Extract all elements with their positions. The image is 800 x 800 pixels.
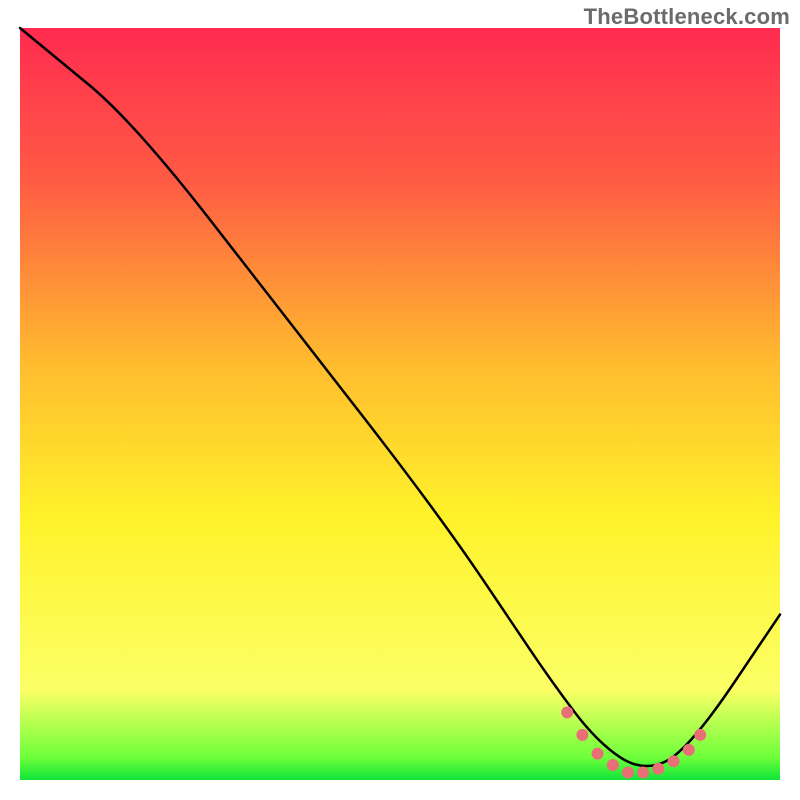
highlight-dot [637,766,649,778]
highlight-dot [576,729,588,741]
highlight-dot [668,755,680,767]
highlight-dot [607,759,619,771]
highlight-dot [694,729,706,741]
chart-canvas [0,0,800,800]
chart-root: TheBottleneck.com [0,0,800,800]
highlight-dot [622,766,634,778]
plot-background [20,28,780,780]
highlight-dot [592,748,604,760]
watermark-text: TheBottleneck.com [584,4,790,30]
highlight-dot [561,706,573,718]
highlight-dot [652,763,664,775]
highlight-dot [683,744,695,756]
